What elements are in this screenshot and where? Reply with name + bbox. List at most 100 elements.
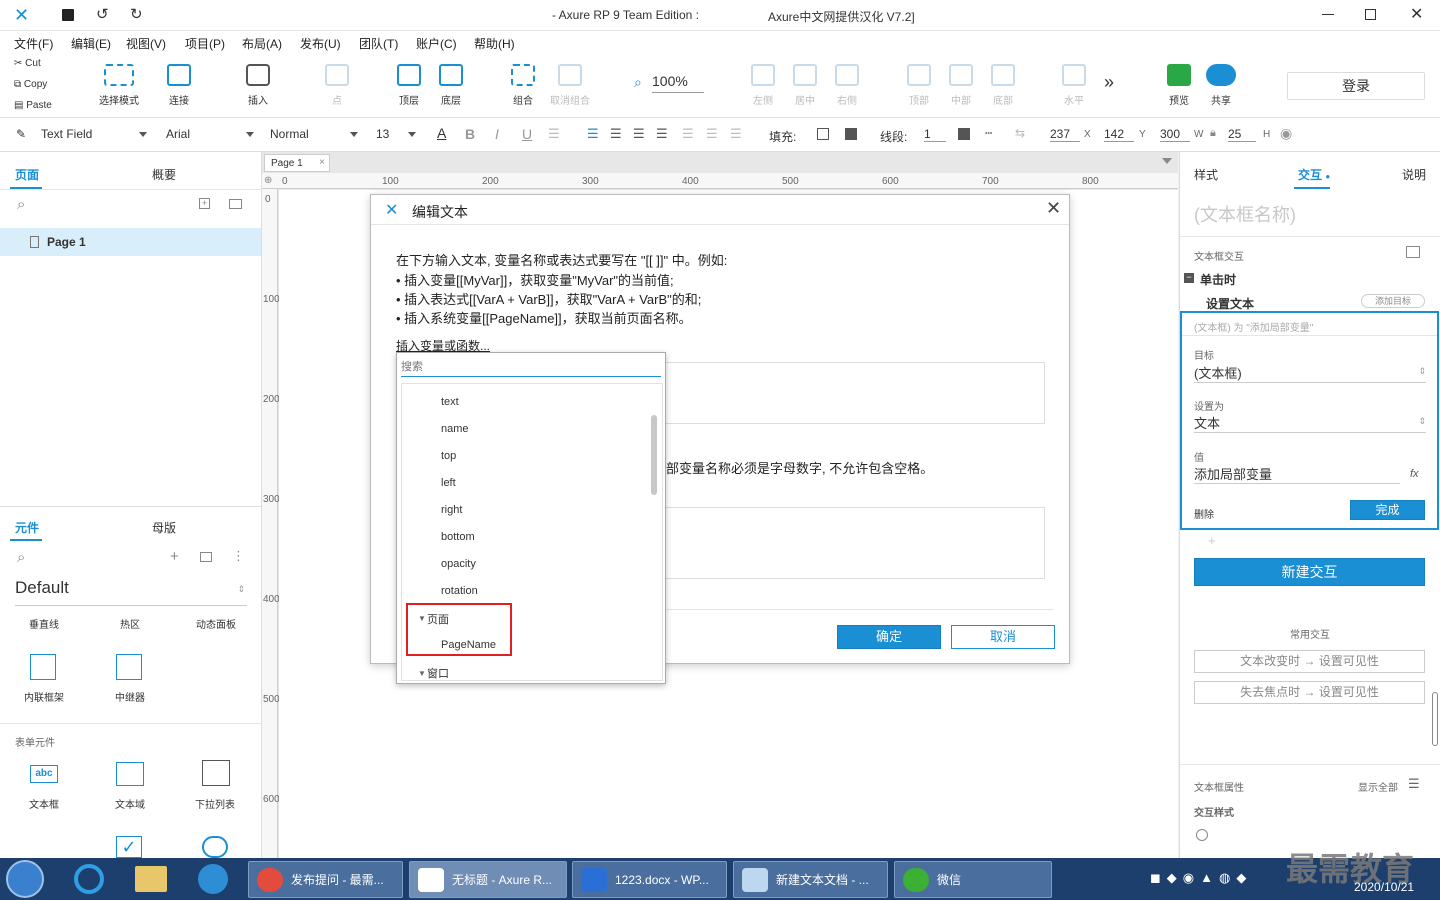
menu-view[interactable]: 视图(V): [126, 35, 166, 52]
cancel-button[interactable]: 取消: [951, 625, 1055, 649]
insert-button[interactable]: 插入: [234, 64, 282, 107]
page-tab-close-icon[interactable]: ×: [319, 157, 325, 168]
action-set-text[interactable]: 设置文本: [1206, 295, 1254, 312]
align-text-left-icon[interactable]: ☰: [587, 126, 599, 142]
w-input[interactable]: 300: [1160, 127, 1190, 142]
close-icon[interactable]: ✕: [1410, 4, 1423, 24]
style-select[interactable]: Text Field: [41, 127, 147, 141]
taskbar-notepad[interactable]: 新建文本文档 - ...: [733, 861, 888, 898]
common-interaction-1[interactable]: 文本改变时 → 设置可见性: [1194, 650, 1425, 673]
share-button[interactable]: 共享: [1197, 64, 1245, 107]
variable-item-top[interactable]: top: [441, 450, 456, 462]
start-button-icon[interactable]: [6, 860, 44, 898]
zoom-select[interactable]: 100%: [652, 73, 704, 93]
weight-select[interactable]: Normal: [270, 127, 358, 141]
menu-publish[interactable]: 发布(U): [300, 35, 341, 52]
function-icon[interactable]: fx: [1410, 468, 1419, 480]
x-input[interactable]: 237: [1050, 127, 1080, 142]
menu-project[interactable]: 项目(P): [185, 35, 225, 52]
form-widgets-section[interactable]: 表单元件: [15, 734, 55, 749]
menu-team[interactable]: 团队(T): [359, 35, 398, 52]
widget-repeater[interactable]: 中继器: [115, 689, 145, 704]
ie-icon[interactable]: [74, 864, 104, 894]
maximize-icon[interactable]: [1365, 9, 1376, 20]
shadow-swatch[interactable]: [845, 128, 857, 140]
variable-item-text[interactable]: text: [441, 396, 459, 408]
menu-file[interactable]: 文件(F): [14, 35, 53, 52]
widget-vertical-line[interactable]: 垂直线: [29, 616, 59, 631]
variable-item-opacity[interactable]: opacity: [441, 558, 476, 570]
widget-search-icon[interactable]: ⌕: [17, 549, 25, 566]
more-icon[interactable]: ⋮: [232, 548, 245, 564]
group-button[interactable]: 组合: [499, 64, 547, 107]
widget-text-field[interactable]: 文本框: [29, 796, 59, 811]
align-middle-button[interactable]: 中部: [937, 64, 985, 107]
tab-dropdown-icon[interactable]: [1162, 158, 1172, 164]
cut-button[interactable]: ✂ Cut: [14, 58, 41, 69]
new-interaction-button[interactable]: 新建交互: [1194, 558, 1425, 586]
h-input[interactable]: 25: [1228, 127, 1256, 142]
align-right-button[interactable]: 右侧: [823, 64, 871, 107]
save-icon[interactable]: [62, 9, 74, 21]
y-input[interactable]: 142: [1104, 127, 1134, 142]
arrow-style-icon[interactable]: ⇆: [1015, 126, 1025, 140]
paste-button[interactable]: ▤ Paste: [14, 100, 52, 111]
add-action-icon[interactable]: +: [1208, 533, 1216, 548]
variable-item-name[interactable]: name: [441, 423, 469, 435]
login-button[interactable]: 登录: [1287, 72, 1425, 100]
popup-scrollbar-thumb[interactable]: [651, 415, 657, 495]
menu-help[interactable]: 帮助(H): [474, 35, 515, 52]
minimize-icon[interactable]: [1322, 14, 1334, 15]
point-button[interactable]: 点: [313, 64, 361, 107]
distribute-horizontal-button[interactable]: 水平: [1050, 64, 1098, 107]
dialog-close-icon[interactable]: ✕: [1046, 198, 1061, 219]
library-options-icon[interactable]: [200, 552, 212, 562]
variable-item-left[interactable]: left: [441, 477, 456, 489]
preview-button[interactable]: 预览: [1155, 64, 1203, 107]
valign-bottom-icon[interactable]: ☰: [730, 126, 742, 142]
target-select[interactable]: (文本框) ⇕: [1194, 363, 1426, 383]
collapse-icon[interactable]: −: [1184, 273, 1194, 283]
bring-front-button[interactable]: 顶层: [385, 64, 433, 107]
line-width-input[interactable]: 1: [924, 127, 946, 142]
value-input[interactable]: 添加局部变量: [1194, 464, 1400, 484]
done-button[interactable]: 完成: [1350, 500, 1425, 520]
valign-top-icon[interactable]: ☰: [682, 126, 694, 142]
radio-option-icon[interactable]: [1196, 829, 1208, 841]
underline-icon[interactable]: U: [522, 126, 532, 142]
event-onclick[interactable]: 单击时: [1200, 271, 1236, 288]
align-bottom-button[interactable]: 底部: [979, 64, 1027, 107]
page-tab[interactable]: Page 1 ×: [264, 154, 330, 172]
tab-notes[interactable]: 说明: [1402, 166, 1426, 183]
font-select[interactable]: Arial: [166, 127, 254, 141]
align-left-button[interactable]: 左侧: [739, 64, 787, 107]
tab-pages[interactable]: 页面: [15, 166, 39, 183]
list-icon[interactable]: ☰: [548, 126, 560, 142]
bold-icon[interactable]: B: [465, 126, 475, 142]
align-text-center-icon[interactable]: ☰: [610, 126, 622, 142]
variable-search-input[interactable]: [401, 358, 661, 377]
taskbar-wechat[interactable]: 微信: [894, 861, 1052, 898]
ok-button[interactable]: 确定: [837, 625, 941, 649]
size-select[interactable]: 13: [376, 127, 416, 141]
taskbar-axure[interactable]: 无标题 - Axure R...: [409, 861, 567, 898]
browser-icon[interactable]: [198, 864, 228, 894]
widget-inline-frame[interactable]: 内联框架: [24, 689, 64, 704]
tab-widgets[interactable]: 元件: [15, 519, 39, 536]
redo-icon[interactable]: ↻: [130, 5, 143, 23]
widget-dynamic-panel[interactable]: 动态面板: [196, 616, 236, 631]
lock-icon[interactable]: 🔒︎: [1210, 127, 1216, 140]
variable-item-right[interactable]: right: [441, 504, 462, 516]
common-interaction-2[interactable]: 失去焦点时 → 设置可见性: [1194, 681, 1425, 704]
copy-button[interactable]: ⧉ Copy: [14, 79, 47, 90]
page-list-item-page1[interactable]: Page 1: [0, 228, 261, 256]
taskbar-wps[interactable]: 1223.docx - WP...: [572, 861, 727, 898]
fill-color-swatch[interactable]: [817, 128, 829, 140]
align-text-justify-icon[interactable]: ☰: [656, 126, 668, 142]
show-all-button[interactable]: 显示全部: [1358, 779, 1398, 794]
add-target-button[interactable]: 添加目标: [1361, 294, 1425, 308]
set-to-select[interactable]: 文本 ⇕: [1194, 413, 1426, 433]
widget-name-input[interactable]: (文本框名称): [1194, 201, 1296, 227]
ungroup-button[interactable]: 取消组合: [546, 64, 594, 107]
connect-button[interactable]: 连接: [155, 64, 203, 107]
